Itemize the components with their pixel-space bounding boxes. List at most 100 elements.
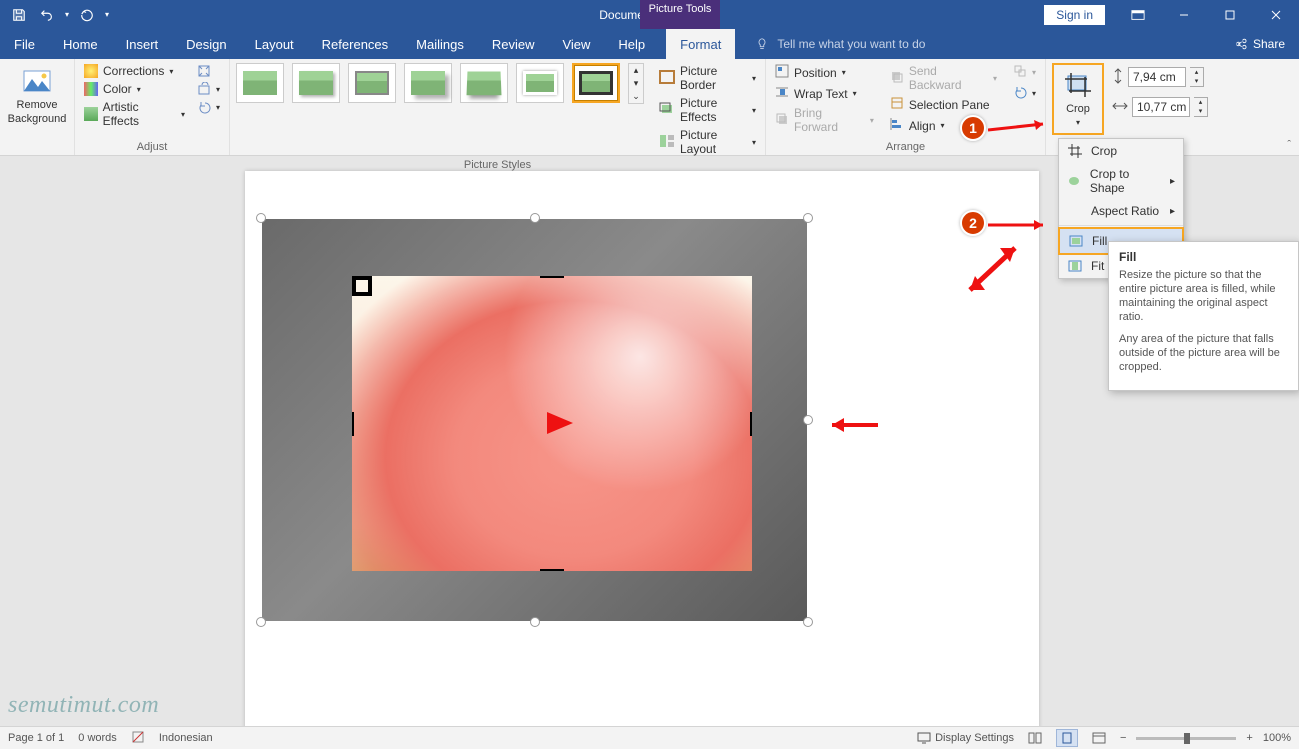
spellcheck-icon[interactable] [131, 730, 145, 747]
height-field[interactable]: 7,94 cm [1128, 67, 1186, 87]
status-page[interactable]: Page 1 of 1 [8, 732, 64, 744]
tab-view[interactable]: View [548, 29, 604, 59]
picture-effects-icon [659, 102, 675, 119]
tab-design[interactable]: Design [172, 29, 240, 59]
crop-handle-br[interactable] [352, 276, 372, 296]
sign-in-button[interactable]: Sign in [1044, 5, 1105, 25]
zoom-slider[interactable] [1136, 737, 1236, 740]
send-backward-button: Send Backward▾ [887, 63, 1000, 93]
tell-me-search[interactable]: Tell me what you want to do [735, 29, 1219, 59]
style-thumb-2[interactable] [292, 63, 340, 103]
picture-effects-button[interactable]: Picture Effects▾ [656, 95, 759, 125]
share-button[interactable]: Share [1219, 29, 1299, 59]
display-settings-button[interactable]: Display Settings [917, 732, 1014, 744]
tab-mailings[interactable]: Mailings [402, 29, 478, 59]
remove-background-button[interactable]: Remove Background [6, 63, 68, 127]
color-button[interactable]: Color▾ [81, 81, 188, 97]
send-backward-icon [890, 70, 904, 87]
tab-file[interactable]: File [0, 29, 49, 59]
artistic-icon [84, 107, 98, 121]
annotation-arrow-left [545, 410, 577, 436]
width-input-row: 10,77 cm ▴▾ [1112, 97, 1208, 117]
change-picture-icon [197, 82, 211, 96]
annotation-arrow-2 [988, 215, 1058, 235]
tab-home[interactable]: Home [49, 29, 112, 59]
status-words[interactable]: 0 words [78, 732, 117, 744]
redo-icon[interactable] [74, 3, 100, 27]
group-button: ▾ [1010, 63, 1039, 82]
page [245, 171, 1039, 726]
artistic-effects-button[interactable]: Artistic Effects▾ [81, 99, 188, 129]
view-read-mode-button[interactable] [1024, 729, 1046, 747]
tab-insert[interactable]: Insert [112, 29, 173, 59]
qat-customize-icon[interactable]: ▾ [102, 3, 112, 27]
reset-picture-button[interactable]: ▾ [194, 99, 223, 115]
fill-icon [1068, 233, 1084, 249]
save-icon[interactable] [6, 3, 32, 27]
style-thumb-3[interactable] [348, 63, 396, 103]
submenu-arrow-icon: ▸ [1170, 176, 1175, 187]
view-print-layout-button[interactable] [1056, 729, 1078, 747]
tab-format[interactable]: Format [666, 29, 735, 59]
crop-handle-left[interactable] [352, 412, 354, 436]
sel-handle-b[interactable] [530, 617, 540, 627]
tab-layout[interactable]: Layout [241, 29, 308, 59]
corrections-button[interactable]: Corrections▾ [81, 63, 188, 79]
style-thumb-6[interactable] [516, 63, 564, 103]
change-picture-button[interactable]: ▾ [194, 81, 223, 97]
sel-handle-tl[interactable] [256, 213, 266, 223]
crop-dropdown-icon[interactable]: ▾ [1076, 117, 1080, 129]
maximize-icon[interactable] [1207, 0, 1253, 29]
reset-icon [197, 100, 211, 114]
wrap-text-button[interactable]: Wrap Text▾ [772, 84, 877, 103]
picture-styles-gallery[interactable]: ▴▾⌄ [236, 63, 644, 157]
selected-picture[interactable] [262, 219, 807, 621]
zoom-level[interactable]: 100% [1263, 732, 1291, 744]
collapse-ribbon-icon[interactable]: ˆ [1287, 139, 1291, 151]
menu-separator [1059, 225, 1183, 226]
sel-handle-tr[interactable] [803, 213, 813, 223]
selection-pane-icon [890, 96, 904, 113]
sel-handle-bl[interactable] [256, 617, 266, 627]
tab-help[interactable]: Help [604, 29, 659, 59]
style-thumb-4[interactable] [404, 63, 452, 103]
position-button[interactable]: Position▾ [772, 63, 877, 82]
minimize-icon[interactable] [1161, 0, 1207, 29]
width-spinner[interactable]: ▴▾ [1194, 97, 1208, 117]
crop-handle-bottom[interactable] [540, 569, 564, 571]
crop-button[interactable]: Crop ▾ [1056, 67, 1100, 131]
contextual-tool-label: Picture Tools [640, 0, 720, 29]
sel-handle-t[interactable] [530, 213, 540, 223]
undo-icon[interactable] [34, 3, 60, 27]
view-web-layout-button[interactable] [1088, 729, 1110, 747]
style-thumb-7-selected[interactable] [572, 63, 620, 103]
style-thumb-5[interactable] [460, 63, 508, 103]
wrap-text-icon [775, 85, 789, 102]
fill-tooltip: Fill Resize the picture so that the enti… [1108, 241, 1299, 391]
rotate-button[interactable]: ▾ [1010, 84, 1039, 103]
selection-pane-button[interactable]: Selection Pane [887, 95, 1000, 114]
compress-pictures-button[interactable] [194, 63, 223, 79]
ribbon-display-options-icon[interactable] [1115, 0, 1161, 29]
crop-menu-crop[interactable]: Crop [1059, 139, 1183, 163]
crop-handle-right[interactable] [750, 412, 752, 436]
width-field[interactable]: 10,77 cm [1132, 97, 1190, 117]
submenu-arrow-icon: ▸ [1170, 206, 1175, 217]
style-gallery-scroll[interactable]: ▴▾⌄ [628, 63, 644, 104]
height-spinner[interactable]: ▴▾ [1190, 67, 1204, 87]
zoom-in-button[interactable]: + [1246, 732, 1252, 744]
picture-layout-button[interactable]: Picture Layout▾ [656, 127, 759, 157]
zoom-out-button[interactable]: − [1120, 732, 1126, 744]
close-icon[interactable] [1253, 0, 1299, 29]
sel-handle-r[interactable] [803, 415, 813, 425]
undo-dropdown-icon[interactable]: ▾ [62, 3, 72, 27]
sel-handle-br[interactable] [803, 617, 813, 627]
style-thumb-1[interactable] [236, 63, 284, 103]
tab-review[interactable]: Review [478, 29, 549, 59]
picture-border-button[interactable]: Picture Border▾ [656, 63, 759, 93]
crop-menu-aspect[interactable]: Aspect Ratio▸ [1059, 199, 1183, 223]
crop-handle-top[interactable] [540, 276, 564, 278]
tab-references[interactable]: References [308, 29, 402, 59]
status-language[interactable]: Indonesian [159, 732, 213, 744]
crop-menu-shape[interactable]: Crop to Shape▸ [1059, 163, 1183, 199]
